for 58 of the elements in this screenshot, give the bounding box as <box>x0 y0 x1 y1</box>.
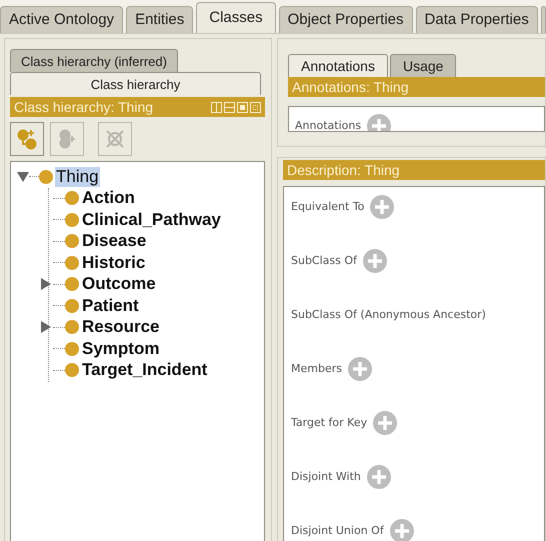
tree-item[interactable]: Disease <box>81 231 148 252</box>
class-icon <box>65 234 79 248</box>
tree-item[interactable]: Symptom <box>81 338 160 359</box>
tab[interactable]: Classes <box>196 2 276 33</box>
tree-item[interactable]: Action <box>81 188 136 208</box>
section-label: Members <box>291 361 342 377</box>
class-icon <box>65 277 79 292</box>
class-icon <box>39 170 53 184</box>
tab[interactable]: Active Ontology <box>0 6 124 33</box>
tab[interactable]: Annotations <box>288 54 388 77</box>
expand-icon[interactable] <box>41 321 53 334</box>
tree-item[interactable]: Target_Incident <box>81 360 208 380</box>
tab[interactable]: Class hierarchy <box>10 72 261 95</box>
section-label: Annotations <box>295 118 362 131</box>
toolbar-button[interactable] <box>10 122 44 156</box>
section-label: Disjoint With <box>291 469 361 485</box>
tree-item[interactable]: Historic <box>81 252 146 273</box>
class-icon <box>65 363 79 378</box>
tree-item[interactable]: Resource <box>81 317 160 338</box>
add-icon[interactable] <box>370 195 394 219</box>
class-icon <box>65 212 79 227</box>
tab[interactable] <box>540 6 546 33</box>
add-subclass-icon <box>16 128 38 150</box>
view-title: Class hierarchy: Thing <box>14 99 154 115</box>
tree-item[interactable]: Thing <box>55 166 100 187</box>
expand-icon[interactable] <box>41 278 53 290</box>
tree-item[interactable]: Outcome <box>81 274 157 294</box>
add-icon[interactable] <box>366 465 391 489</box>
class-icon <box>65 320 79 334</box>
add-icon[interactable] <box>390 519 414 541</box>
split-icon[interactable] <box>211 102 222 112</box>
add-icon[interactable] <box>362 249 387 273</box>
section-label: Target for Key <box>291 415 368 431</box>
class-icon <box>65 342 79 356</box>
tab[interactable]: Object Properties <box>278 6 413 33</box>
tab[interactable]: Class hierarchy (inferred) <box>10 49 178 72</box>
minimize-icon[interactable] <box>224 102 235 112</box>
collapse-icon[interactable] <box>17 172 29 182</box>
tree-item[interactable]: Patient <box>81 296 140 316</box>
close-icon[interactable] <box>250 102 261 112</box>
view-title: Annotations: Thing <box>288 77 545 97</box>
delete-icon <box>104 128 126 150</box>
add-icon[interactable] <box>348 357 372 381</box>
class-icon <box>65 256 79 270</box>
add-icon[interactable] <box>367 114 392 131</box>
section-label: SubClass Of <box>291 253 357 269</box>
view-title: Description: Thing <box>283 160 545 180</box>
section-label: Disjoint Union Of <box>291 523 384 539</box>
add-icon[interactable] <box>373 411 398 435</box>
tree-item[interactable]: Clinical_Pathway <box>81 210 222 230</box>
section-label: SubClass Of (Anonymous Ancestor) <box>291 307 486 323</box>
tab[interactable]: Usage <box>390 54 456 77</box>
section-label: Equivalent To <box>291 199 364 215</box>
class-icon <box>65 298 79 313</box>
tab[interactable]: Entities <box>126 6 194 33</box>
class-icon <box>65 191 79 206</box>
maximize-icon[interactable] <box>237 102 248 112</box>
tab[interactable]: Data Properties <box>416 6 538 33</box>
